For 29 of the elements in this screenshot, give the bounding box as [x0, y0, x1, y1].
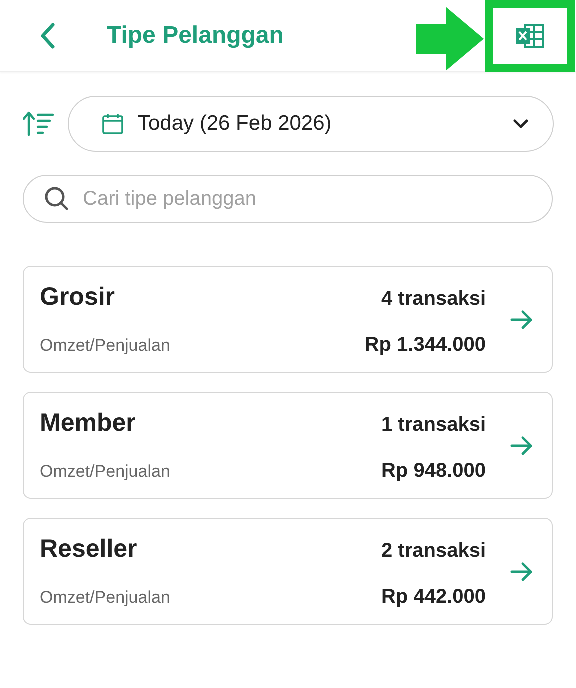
chevron-down-icon [513, 119, 529, 129]
customer-type-name: Reseller [40, 534, 138, 565]
transaction-count: 4 transaksi [381, 286, 486, 312]
spreadsheet-icon [515, 23, 545, 49]
customer-type-card[interactable]: Grosir 4 transaksi Omzet/Penjualan Rp 1.344.000 [23, 266, 553, 373]
sales-label: Omzet/Penjualan [40, 461, 170, 484]
arrow-right-icon [510, 310, 534, 330]
arrow-right-icon [510, 562, 534, 582]
sales-amount: Rp 1.344.000 [364, 333, 486, 358]
sales-label: Omzet/Penjualan [40, 587, 170, 610]
customer-type-name: Member [40, 408, 136, 439]
calendar-icon [102, 113, 124, 135]
date-dropdown[interactable]: Today (26 Feb 2026) [68, 96, 554, 152]
customer-type-card[interactable]: Reseller 2 transaksi Omzet/Penjualan Rp 442.000 [23, 518, 553, 625]
arrow-right-icon [510, 436, 534, 456]
sales-amount: Rp 442.000 [381, 585, 486, 610]
sales-amount: Rp 948.000 [381, 459, 486, 484]
sort-icon [22, 111, 54, 137]
excel-export-button[interactable] [485, 0, 575, 72]
transaction-count: 2 transaksi [381, 538, 486, 564]
back-icon [40, 22, 56, 48]
page-title: Tipe Pelanggan [107, 20, 284, 50]
sales-label: Omzet/Penjualan [40, 335, 170, 358]
annotation-arrow [416, 7, 484, 71]
customer-type-name: Grosir [40, 282, 116, 313]
transaction-count: 1 transaksi [381, 412, 486, 438]
search-icon [44, 186, 70, 212]
search-field[interactable]: Cari tipe pelanggan [23, 175, 553, 223]
customer-type-card[interactable]: Member 1 transaksi Omzet/Penjualan Rp 948.000 [23, 392, 553, 499]
